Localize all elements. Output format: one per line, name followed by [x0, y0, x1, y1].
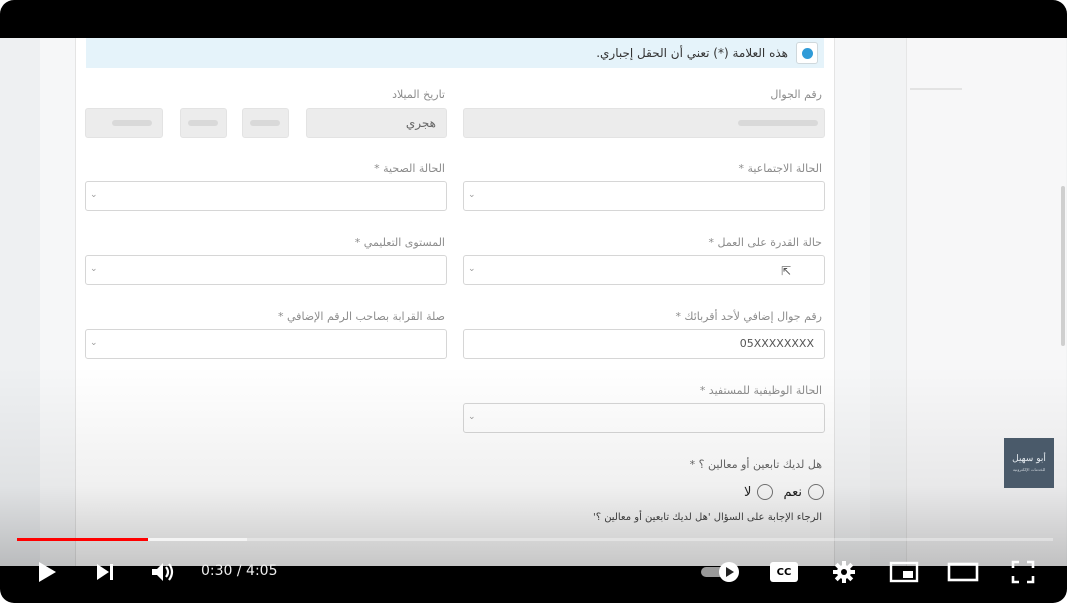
theater-icon	[947, 562, 979, 582]
yes-label: نعم	[783, 484, 802, 500]
yes-radio[interactable]	[808, 484, 824, 500]
mouse-cursor-icon: ⇱	[781, 264, 792, 278]
education-level-select[interactable]: ⌄	[85, 255, 447, 285]
played-bar	[17, 538, 148, 541]
watermark-line1: أبو سهيل	[1012, 454, 1046, 464]
mobile-label: رقم الجوال	[770, 88, 822, 101]
no-radio[interactable]	[757, 484, 774, 500]
dependents-hint: الرجاء الإجابة على السؤال 'هل لديك تابعي…	[592, 512, 822, 523]
autoplay-toggle[interactable]	[698, 557, 744, 587]
volume-icon	[152, 563, 174, 581]
settings-icon	[833, 561, 855, 583]
video-frame[interactable]: هذه العلامة (*) تعني أن الحقل إجباري. رق…	[0, 38, 1067, 566]
info-icon	[796, 42, 818, 64]
dependents-question: هل لديك تابعين أو معالين ؟ *	[689, 458, 822, 471]
channel-watermark[interactable]: أبو سهيل للخدمات الإلكترونية	[1004, 438, 1054, 488]
work-ability-label: حالة القدرة على العمل *	[708, 236, 823, 249]
watermark-line2: للخدمات الإلكترونية	[1012, 467, 1046, 472]
captions-button[interactable]: CC	[768, 557, 800, 587]
chevron-down-icon: ⌄	[90, 264, 98, 274]
birth-date-label: تاريخ الميلاد	[392, 88, 445, 101]
calendar-type-value: هجري	[405, 116, 436, 130]
form-card: هذه العلامة (*) تعني أن الحقل إجباري. رق…	[75, 38, 835, 566]
next-button[interactable]	[90, 557, 120, 587]
relation-select[interactable]: ⌄	[85, 329, 447, 359]
social-status-select[interactable]: ⌄	[463, 181, 825, 211]
theater-mode-button[interactable]	[946, 557, 980, 587]
extra-mobile-label: رقم جوال إضافي لأحد أقربائك *	[675, 310, 822, 323]
chevron-down-icon: ⌄	[468, 412, 476, 422]
relation-label: صلة القرابة بصاحب الرقم الإضافي *	[278, 310, 445, 323]
page-scrollbar	[1061, 186, 1065, 346]
chevron-down-icon: ⌄	[90, 190, 98, 200]
health-status-select[interactable]: ⌄	[85, 181, 447, 211]
required-notice-text: هذه العلامة (*) تعني أن الحقل إجباري.	[596, 46, 788, 60]
autoplay-toggle-icon	[701, 562, 739, 582]
chevron-down-icon: ⌄	[90, 338, 98, 348]
health-status-label: الحالة الصحية *	[374, 162, 445, 175]
mobile-field	[463, 108, 825, 138]
fullscreen-button[interactable]	[1008, 557, 1038, 587]
miniplayer-button[interactable]	[887, 557, 921, 587]
birth-month-field	[180, 108, 227, 138]
dependents-radio-group: نعم لا	[738, 484, 824, 500]
education-level-label: المستوى التعليمي *	[354, 236, 445, 249]
time-display: 0:30 / 4:05	[201, 563, 278, 579]
mute-button[interactable]	[147, 557, 179, 587]
next-icon	[97, 564, 113, 580]
extra-mobile-placeholder: 05XXXXXXXX	[739, 337, 814, 350]
page-left-margin	[0, 38, 40, 566]
fullscreen-icon	[1011, 560, 1035, 584]
progress-bar[interactable]	[17, 538, 1053, 541]
chevron-down-icon: ⌄	[468, 190, 476, 200]
required-notice: هذه العلامة (*) تعني أن الحقل إجباري.	[86, 38, 824, 68]
employment-status-select[interactable]: ⌄	[463, 403, 825, 433]
social-status-label: الحالة الاجتماعية *	[738, 162, 822, 175]
birth-year-field	[242, 108, 289, 138]
captions-icon: CC	[770, 562, 798, 582]
work-ability-select[interactable]: ⌄	[463, 255, 825, 285]
miniplayer-icon	[889, 561, 919, 583]
play-icon	[39, 562, 56, 582]
play-button[interactable]	[32, 557, 62, 587]
calendar-type-field: هجري	[306, 108, 447, 138]
no-label: لا	[744, 484, 752, 500]
employment-status-label: الحالة الوظيفية للمستفيد *	[699, 384, 822, 397]
chevron-down-icon: ⌄	[468, 264, 476, 274]
settings-button[interactable]	[829, 557, 859, 587]
video-player[interactable]: هذه العلامة (*) تعني أن الحقل إجباري. رق…	[0, 0, 1067, 603]
birth-day-field	[85, 108, 163, 138]
extra-mobile-input[interactable]: 05XXXXXXXX	[463, 329, 825, 359]
side-panel-line	[910, 88, 962, 90]
